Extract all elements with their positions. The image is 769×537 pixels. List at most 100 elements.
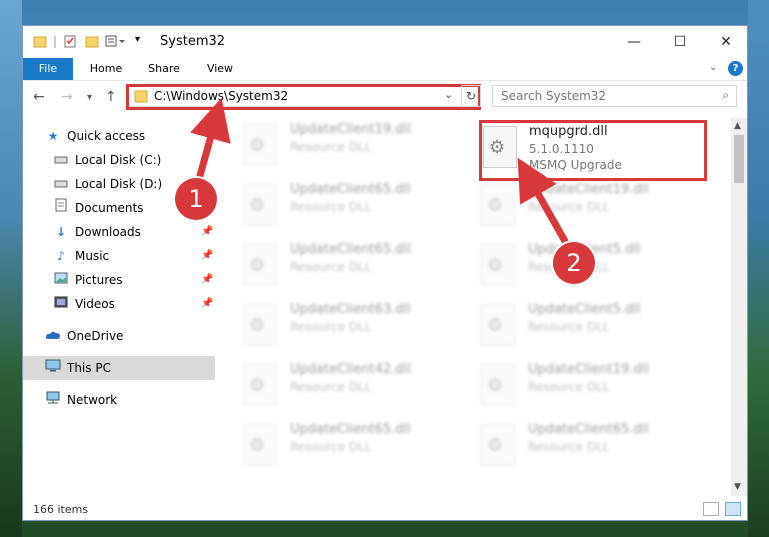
- list-item[interactable]: ⚙ UpdateClient65.dll Resource DLL: [223, 418, 443, 470]
- list-item[interactable]: ⚙ UpdateClient5.dll Resource DLL: [461, 298, 681, 350]
- dll-file-icon: ⚙: [481, 184, 515, 226]
- dll-file-icon: ⚙: [481, 304, 515, 346]
- drive-icon: [53, 172, 69, 196]
- separator-icon: |: [53, 34, 58, 48]
- search-placeholder: Search System32: [501, 89, 607, 103]
- cloud-icon: [45, 324, 61, 348]
- pin-icon[interactable]: 📌: [201, 220, 213, 244]
- desktop-wallpaper-right: [748, 0, 769, 537]
- sidebar-item-music[interactable]: ♪ Music 📌: [23, 244, 215, 268]
- tab-home[interactable]: Home: [83, 58, 129, 80]
- sidebar-item-network[interactable]: Network: [23, 388, 215, 412]
- dll-file-icon: ⚙: [243, 184, 277, 226]
- sidebar-item-quick-access[interactable]: ★ Quick access: [23, 124, 215, 148]
- gear-icon: ⚙: [249, 255, 266, 276]
- scrollbar-thumb[interactable]: [734, 135, 744, 183]
- list-item[interactable]: ⚙ UpdateClient19.dll Resource DLL: [223, 118, 443, 170]
- dll-file-icon: ⚙: [481, 244, 515, 286]
- customize-icon[interactable]: [105, 34, 127, 50]
- refresh-icon: ↻: [465, 89, 477, 103]
- tab-view[interactable]: View: [197, 58, 243, 80]
- network-icon: [45, 388, 61, 412]
- scroll-up-icon[interactable]: ▲: [734, 121, 741, 131]
- ribbon: File Home Share View ⌄ ?: [23, 58, 747, 81]
- navigation-pane: ★ Quick access Local Disk (C:) Local Dis…: [23, 118, 215, 496]
- dll-file-icon: ⚙: [481, 424, 515, 466]
- item-count: 166 items: [33, 503, 89, 516]
- gear-icon: ⚙: [249, 135, 266, 156]
- dll-file-icon: ⚙: [243, 124, 277, 166]
- close-button[interactable]: ✕: [703, 26, 747, 58]
- pin-icon[interactable]: 📌: [201, 244, 213, 268]
- list-item[interactable]: ⚙ UpdateClient42.dll Resource DLL: [223, 358, 443, 410]
- navigation-bar: ← → ▾ ↑ C:\Windows\System32 ⌄ ↻ Search S…: [23, 81, 747, 115]
- properties-icon[interactable]: [63, 34, 77, 50]
- videos-icon: [53, 292, 69, 316]
- refresh-button[interactable]: ↻: [461, 85, 481, 107]
- maximize-button[interactable]: ☐: [657, 26, 703, 58]
- back-arrow-icon[interactable]: ←: [33, 89, 45, 105]
- new-folder-icon[interactable]: [85, 34, 99, 50]
- pin-icon[interactable]: 📌: [201, 292, 213, 316]
- up-arrow-icon[interactable]: ↑: [105, 89, 117, 105]
- list-item[interactable]: ⚙ UpdateClient19.dll Resource DLL: [461, 358, 681, 410]
- list-item[interactable]: ⚙ UpdateClient63.dll Resource DLL: [223, 298, 443, 350]
- sidebar-item-this-pc[interactable]: This PC: [23, 356, 215, 380]
- gear-icon: ⚙: [487, 255, 504, 276]
- sidebar-item-videos[interactable]: Videos 📌: [23, 292, 215, 316]
- file-explorer-window: | ▾ System32 — ☐ ✕ File Home Share View …: [22, 25, 748, 521]
- file-highlight-box: [479, 120, 707, 181]
- desktop-wallpaper-left: [0, 0, 22, 537]
- download-icon: ↓: [55, 225, 67, 239]
- forward-arrow-icon[interactable]: →: [61, 89, 73, 105]
- expand-ribbon-icon[interactable]: ⌄: [709, 62, 717, 73]
- scroll-down-icon[interactable]: ▼: [734, 482, 741, 492]
- address-dropdown-icon[interactable]: ⌄: [444, 88, 453, 101]
- search-input[interactable]: Search System32 ⌕: [492, 85, 737, 107]
- dll-file-icon: ⚙: [243, 424, 277, 466]
- list-item[interactable]: ⚙ UpdateClient65.dll Resource DLL: [223, 238, 443, 290]
- file-list: ⚙ UpdateClient19.dll Resource DLL ⚙ Upda…: [223, 118, 731, 496]
- gear-icon: ⚙: [487, 375, 504, 396]
- minimize-button[interactable]: —: [611, 26, 657, 58]
- list-item[interactable]: ⚙ UpdateClient19.dll Resource DLL: [461, 178, 681, 230]
- address-text: C:\Windows\System32: [154, 89, 289, 103]
- star-icon: ★: [47, 129, 59, 143]
- dll-file-icon: ⚙: [243, 364, 277, 406]
- status-bar: 166 items: [23, 500, 747, 520]
- recent-locations-icon[interactable]: ▾: [87, 92, 92, 103]
- vertical-scrollbar[interactable]: ▲ ▼: [731, 118, 747, 496]
- window-title: System32: [160, 34, 226, 49]
- sidebar-item-local-disk-c[interactable]: Local Disk (C:): [23, 148, 215, 172]
- title-bar: | ▾ System32 — ☐ ✕: [23, 26, 747, 58]
- gear-icon: ⚙: [249, 195, 266, 216]
- help-icon[interactable]: ?: [728, 61, 743, 76]
- list-item[interactable]: ⚙ UpdateClient65.dll Resource DLL: [461, 418, 681, 470]
- gear-icon: ⚙: [249, 435, 266, 456]
- documents-icon: [53, 196, 69, 220]
- folder-icon: [33, 34, 47, 50]
- drive-icon: [53, 148, 69, 172]
- gear-icon: ⚙: [249, 375, 266, 396]
- computer-icon: [45, 356, 61, 380]
- tab-file[interactable]: File: [23, 58, 73, 80]
- gear-icon: ⚙: [487, 315, 504, 336]
- step-2-badge: 2: [553, 242, 595, 284]
- list-item[interactable]: ⚙ UpdateClient65.dll Resource DLL: [223, 178, 443, 230]
- address-bar[interactable]: C:\Windows\System32 ⌄: [127, 85, 479, 107]
- sidebar-item-pictures[interactable]: Pictures 📌: [23, 268, 215, 292]
- sidebar-item-onedrive[interactable]: OneDrive: [23, 324, 215, 348]
- sidebar-item-downloads[interactable]: ↓ Downloads 📌: [23, 220, 215, 244]
- pictures-icon: [53, 268, 69, 292]
- folder-icon: [134, 89, 148, 106]
- gear-icon: ⚙: [487, 435, 504, 456]
- step-1-badge: 1: [175, 178, 217, 220]
- dll-file-icon: ⚙: [243, 304, 277, 346]
- gear-icon: ⚙: [487, 195, 504, 216]
- details-view-icon[interactable]: [703, 502, 719, 516]
- pin-icon[interactable]: 📌: [201, 268, 213, 292]
- tab-share[interactable]: Share: [141, 58, 187, 80]
- large-icons-view-icon[interactable]: [725, 502, 741, 516]
- chevron-down-icon[interactable]: ▾: [135, 34, 140, 50]
- search-icon: ⌕: [722, 88, 729, 102]
